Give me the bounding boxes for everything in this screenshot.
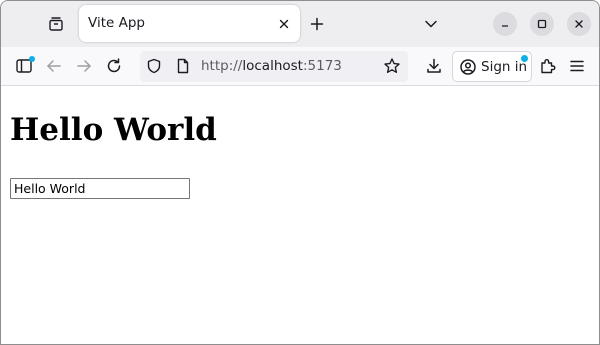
reload-icon <box>105 57 123 75</box>
sidebar-notification-dot <box>29 56 35 62</box>
address-bar[interactable]: http://localhost:5173 <box>140 51 408 82</box>
url-scheme: http:// <box>201 58 243 74</box>
chevron-down-icon <box>424 17 438 31</box>
sign-in-label: Sign in <box>481 59 528 75</box>
navigation-toolbar: http://localhost:5173 Sign in <box>1 47 599 86</box>
tab-title: Vite App <box>88 15 145 31</box>
text-input[interactable] <box>10 178 190 199</box>
list-all-tabs-button[interactable] <box>419 12 443 36</box>
back-button[interactable] <box>41 53 67 79</box>
minimize-button[interactable] <box>493 12 517 36</box>
tab-close-button[interactable] <box>276 16 292 32</box>
tab-vite-app[interactable]: Vite App <box>79 5 300 42</box>
star-icon[interactable] <box>383 57 401 75</box>
account-icon <box>459 58 477 76</box>
minimize-icon <box>500 19 510 29</box>
page-heading: Hello World <box>10 112 217 148</box>
extensions-button[interactable] <box>535 53 561 79</box>
hamburger-menu-icon <box>568 57 586 75</box>
tab-overview-button[interactable] <box>41 10 71 38</box>
sign-in-notification-dot <box>521 55 528 62</box>
arrow-right-icon <box>75 57 93 75</box>
maximize-icon <box>537 19 547 29</box>
new-tab-button[interactable] <box>304 12 330 36</box>
close-icon <box>278 18 290 30</box>
tab-overview-icon <box>48 16 64 32</box>
download-icon <box>425 57 443 75</box>
page-content: Hello World <box>1 87 599 344</box>
application-menu-button[interactable] <box>564 53 590 79</box>
browser-window: Vite App http://localhost:5173 Sign in H… <box>0 0 600 345</box>
reload-button[interactable] <box>101 53 127 79</box>
tab-strip: Vite App <box>1 1 599 47</box>
arrow-left-icon <box>45 57 63 75</box>
downloads-button[interactable] <box>421 53 447 79</box>
window-close-button[interactable] <box>567 12 591 36</box>
close-icon <box>574 19 584 29</box>
extensions-icon <box>539 57 557 75</box>
shield-icon[interactable] <box>146 58 162 74</box>
url-host: localhost <box>242 58 303 74</box>
forward-button[interactable] <box>71 53 97 79</box>
page-icon[interactable] <box>175 58 191 74</box>
sidebar-toggle-button[interactable] <box>11 53 37 79</box>
url-text[interactable]: http://localhost:5173 <box>201 58 342 74</box>
sign-in-button[interactable]: Sign in <box>452 51 532 82</box>
url-port: :5173 <box>302 58 342 74</box>
plus-icon <box>310 17 324 31</box>
maximize-button[interactable] <box>530 12 554 36</box>
